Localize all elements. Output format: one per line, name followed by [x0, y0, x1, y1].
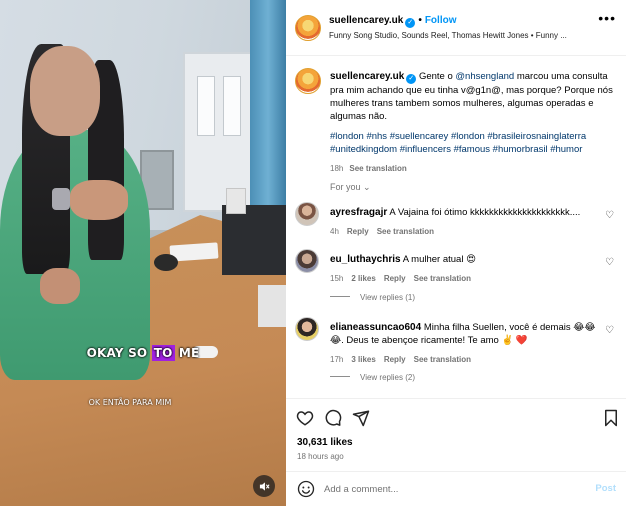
video-monitor [222, 205, 286, 275]
heart-outline-icon[interactable]: ♡ [605, 210, 614, 221]
view-replies-button[interactable]: View replies (2) [330, 373, 415, 382]
add-comment-bar: Add a comment... Post [286, 471, 626, 506]
comment-avatar[interactable] [295, 249, 319, 273]
caption-meta: 18h See translation [330, 162, 618, 175]
video-printer [258, 285, 286, 327]
comment-username[interactable]: ayresfragajr [330, 207, 387, 218]
comment-body: eu_luthaychris A mulher atual 😍 15h 2 lik… [330, 253, 605, 285]
caption-see-translation[interactable]: See translation [349, 164, 406, 173]
comment-body: elianeassuncao604 Minha filha Suellen, v… [330, 321, 605, 366]
reply-button[interactable]: Reply [384, 355, 406, 364]
comment-avatar[interactable] [295, 202, 319, 226]
video-caption: OKAY SO TO ME [86, 345, 200, 361]
header-username[interactable]: suellencarey.uk [329, 15, 403, 26]
comment-meta: 15h 2 likes Reply See translation [330, 272, 605, 285]
post-actions: 30,631 likes 18 hours ago Add a comment.… [286, 398, 626, 506]
likes-count[interactable]: 30,631 likes [297, 437, 353, 448]
add-comment-input[interactable]: Add a comment... [324, 484, 398, 495]
caption-body: suellencarey.uk ✓ Gente o @nhsengland mar… [330, 70, 618, 175]
comment-likes[interactable]: 3 likes [351, 355, 375, 364]
comment-username[interactable]: eu_luthaychris [330, 254, 401, 265]
reply-button[interactable]: Reply [384, 274, 406, 283]
bookmark-icon[interactable] [602, 409, 620, 427]
see-translation-button[interactable]: See translation [414, 355, 471, 364]
for-you-filter[interactable]: For you ⌄ [330, 182, 371, 193]
video-person-face [30, 46, 100, 136]
video-person-hand-lower [40, 268, 80, 304]
see-translation-button[interactable]: See translation [414, 274, 471, 283]
caption-avatar[interactable] [295, 68, 321, 94]
comment-icon[interactable] [324, 409, 342, 427]
post-panel: suellencarey.uk ✓ • Follow Funny Song Studi… [286, 0, 626, 506]
see-translation-button[interactable]: See translation [377, 227, 434, 236]
heart-outline-icon[interactable]: ♡ [605, 257, 614, 268]
comment-time: 15h [330, 274, 344, 283]
separator-dot: • [418, 15, 422, 26]
caption-text-start: Gente o [418, 71, 456, 82]
video-cup [226, 188, 246, 214]
post-comment-button[interactable]: Post [595, 483, 616, 494]
more-options-icon[interactable]: ••• [598, 10, 616, 26]
post-time: 18 hours ago [297, 452, 344, 461]
hashtags[interactable]: #london #nhs #suellencarey #london #bras… [330, 130, 618, 156]
video-person-hand [70, 180, 128, 220]
emoji-icon[interactable] [297, 480, 315, 498]
comment-likes[interactable]: 2 likes [351, 274, 375, 283]
heart-icon[interactable] [296, 409, 314, 427]
comment-avatar[interactable] [295, 317, 319, 341]
verified-badge-icon: ✓ [406, 74, 417, 84]
header-user-line: suellencarey.uk ✓ • Follow [329, 15, 457, 28]
mention-link[interactable]: @nhsengland [455, 71, 514, 82]
reply-button[interactable]: Reply [347, 227, 369, 236]
view-replies-button[interactable]: View replies (1) [330, 293, 415, 302]
comment-time: 17h [330, 355, 344, 364]
heart-outline-icon[interactable]: ♡ [605, 325, 614, 336]
speaker-muted-icon[interactable] [253, 475, 275, 497]
comment-meta: 17h 3 likes Reply See translation [330, 353, 605, 366]
author-avatar[interactable] [295, 15, 321, 41]
comment-body: ayresfragajr A Vajaina foi ótimo kkkkkkk… [330, 206, 605, 238]
video-mouse [154, 254, 178, 271]
comments-scroll-area[interactable]: suellencarey.uk ✓ Gente o @nhsengland mar… [286, 57, 626, 397]
comment-text: A Vajaina foi ótimo kkkkkkkkkkkkkkkkkkkk… [389, 207, 581, 218]
verified-badge-icon: ✓ [405, 18, 416, 28]
caption-username[interactable]: suellencarey.uk [330, 71, 404, 82]
chevron-down-icon: ⌄ [363, 182, 371, 192]
reel-video[interactable]: OKAY SO TO ME OK ENTÃO PARA MIM [0, 0, 286, 506]
post-header: suellencarey.uk ✓ • Follow Funny Song Studi… [286, 0, 626, 56]
comment-text: A mulher atual 😍 [402, 254, 476, 265]
video-subtitle: OK ENTÃO PARA MIM [88, 398, 172, 407]
caption-time: 18h [330, 164, 344, 173]
comment-meta: 4h Reply See translation [330, 225, 605, 238]
video-watch [52, 188, 70, 210]
follow-button[interactable]: Follow [425, 15, 457, 26]
audio-credit[interactable]: Funny Song Studio, Sounds Reel, Thomas H… [329, 31, 567, 40]
comment-time: 4h [330, 227, 339, 236]
video-caption-highlight: TO [151, 345, 175, 361]
comment-username[interactable]: elianeassuncao604 [330, 322, 421, 333]
share-icon[interactable] [352, 409, 370, 427]
